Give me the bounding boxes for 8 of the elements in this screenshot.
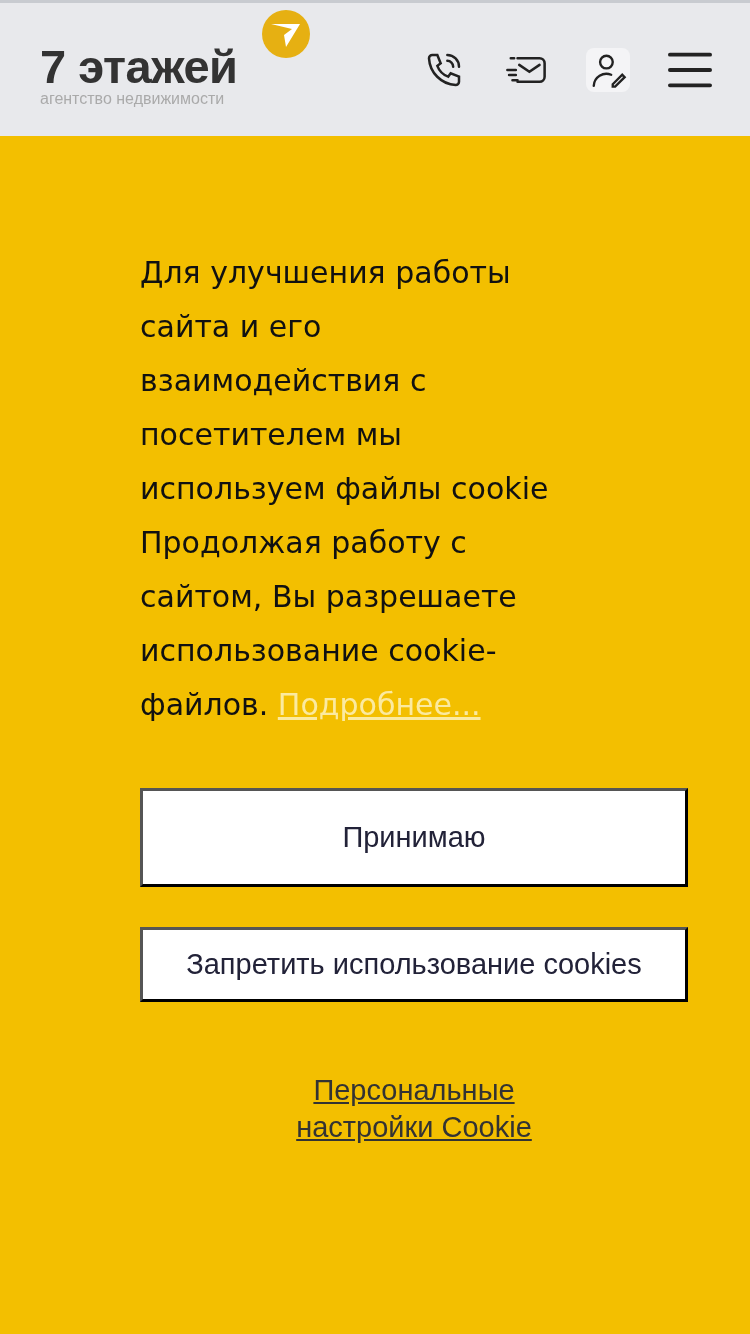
logo-subtitle: агентство недвижимости xyxy=(40,89,226,108)
cookie-notice-text: Для улучшения работы сайта и его взаимодействия с посетителем мы используем файлы cookie Продолжая работу с сайтом, Вы разрешаете использование cookie-файлов. Подробнее... xyxy=(140,254,550,724)
logo-badge-icon xyxy=(262,9,310,58)
accept-button[interactable]: Принимаю xyxy=(140,788,688,887)
cookie-settings-link[interactable]: Персональные настройки Cookie xyxy=(264,1072,564,1146)
user-edit-icon[interactable] xyxy=(586,47,630,92)
logo-title: 7 этажей xyxy=(40,43,238,90)
decline-button[interactable]: Запретить использование cookies xyxy=(140,927,688,1002)
